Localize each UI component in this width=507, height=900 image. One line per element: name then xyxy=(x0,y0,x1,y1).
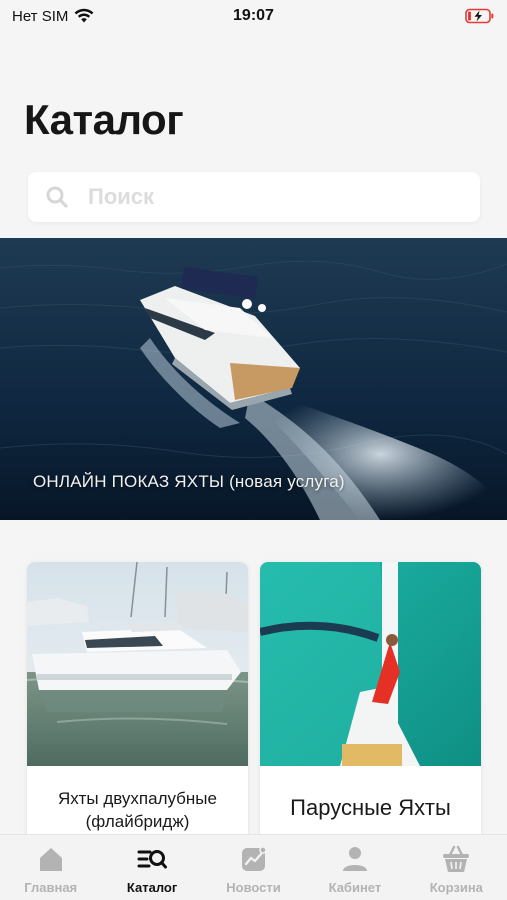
category-label-flybridge: Яхты двухпалубные (флайбридж) xyxy=(27,787,248,833)
page-title: Каталог xyxy=(24,96,184,143)
tab-cart-label: Корзина xyxy=(429,880,483,895)
category-label-line2: (флайбридж) xyxy=(85,812,190,831)
hero-banner-online-show[interactable]: ОНЛАЙН ПОКАЗ ЯХТЫ (новая услуга) xyxy=(0,238,507,520)
wifi-icon xyxy=(74,8,94,23)
tab-profile-label: Кабинет xyxy=(328,880,382,895)
hero-caption: ОНЛАЙН ПОКАЗ ЯХТЫ (новая услуга) xyxy=(33,472,345,491)
search-bar[interactable] xyxy=(28,172,480,222)
news-icon xyxy=(241,846,267,871)
sailing-yacht-photo xyxy=(260,562,481,766)
battery-charging-icon xyxy=(465,8,495,24)
tab-cart[interactable]: Корзина xyxy=(406,835,507,900)
category-label-sailing: Парусные Яхты xyxy=(290,795,451,820)
category-label-line1: Яхты двухпалубные xyxy=(58,789,217,808)
category-card-flybridge[interactable]: Яхты двухпалубные (флайбридж) xyxy=(27,562,248,852)
tab-news[interactable]: Новости xyxy=(203,835,304,900)
category-card-sailing[interactable]: Парусные Яхты xyxy=(260,562,481,852)
tab-catalog-label: Каталог xyxy=(126,880,178,895)
cart-icon xyxy=(443,845,470,872)
tab-news-label: Новости xyxy=(226,880,281,895)
profile-icon xyxy=(342,847,367,871)
catalog-icon xyxy=(137,850,168,869)
tab-catalog[interactable]: Каталог xyxy=(101,835,202,900)
status-left: Нет SIM xyxy=(12,8,94,25)
tab-home[interactable]: Главная xyxy=(0,835,101,900)
search-input[interactable] xyxy=(88,184,418,210)
tab-bar: Главная Каталог Новости Кабинет Корзина xyxy=(0,834,507,900)
flybridge-yacht-photo xyxy=(27,562,248,766)
status-bar: Нет SIM 19:07 xyxy=(0,0,507,32)
tab-home-label: Главная xyxy=(24,880,78,895)
carrier-label: Нет SIM xyxy=(12,7,69,25)
search-icon xyxy=(46,186,68,208)
home-icon xyxy=(39,848,62,871)
tab-profile[interactable]: Кабинет xyxy=(304,835,405,900)
